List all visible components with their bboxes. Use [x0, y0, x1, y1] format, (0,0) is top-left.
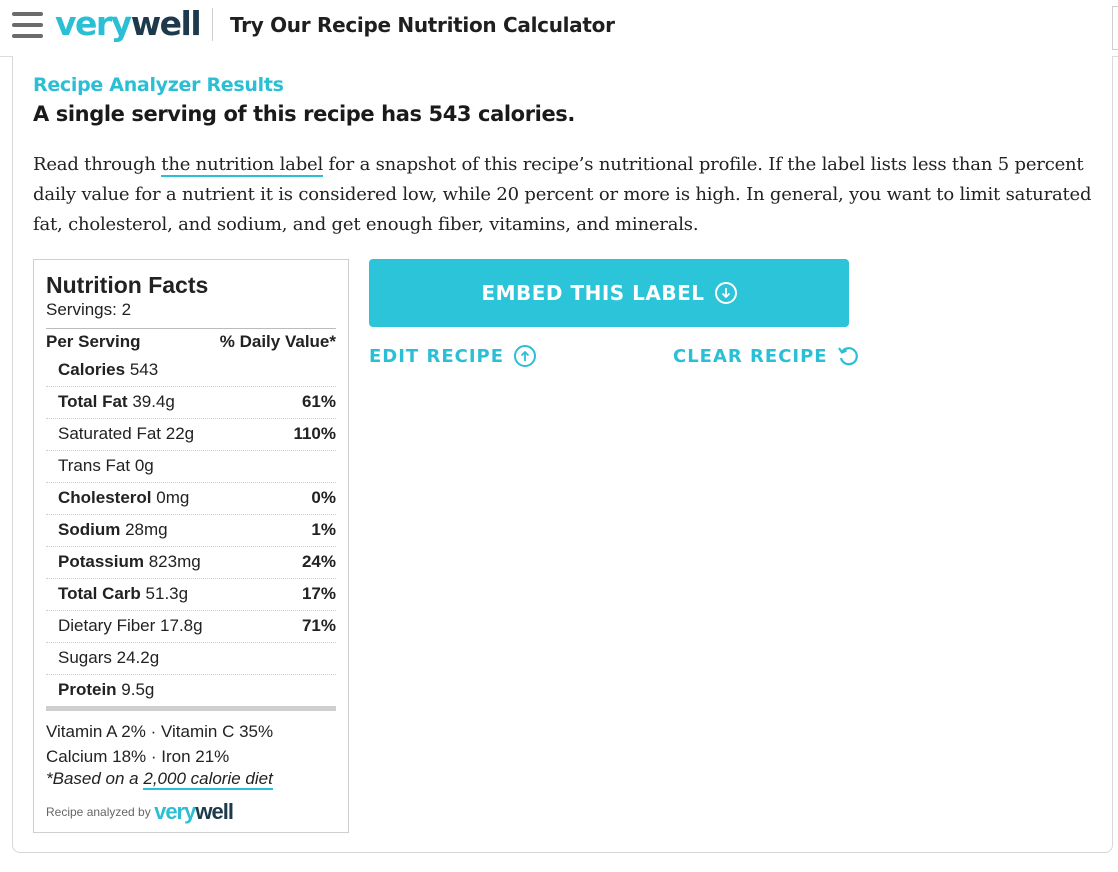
calorie-diet-link[interactable]: 2,000 calorie diet	[143, 769, 273, 790]
daily-value-footnote: *Based on a 2,000 calorie diet	[46, 769, 273, 790]
nutrition-rows: Calories 543 Total Fat 39.4g 61% Saturat…	[46, 355, 336, 706]
nutrient-row-total-fat: Total Fat 39.4g 61%	[46, 387, 336, 419]
clear-recipe-button[interactable]: CLEAR RECIPE	[673, 344, 860, 368]
results-heading: Recipe Analyzer Results	[33, 74, 284, 96]
nutrition-divider	[46, 706, 336, 711]
nutrition-header-row: Per Serving % Daily Value*	[46, 328, 336, 354]
edit-recipe-button[interactable]: EDIT RECIPE	[369, 344, 537, 368]
nutrition-facts-label: Nutrition Facts Servings: 2 Per Serving …	[33, 259, 349, 833]
vitamins-minerals: Vitamin A 2% · Vitamin C 35% Calcium 18%…	[46, 722, 274, 766]
nutrient-row-potassium: Potassium 823mg 24%	[46, 547, 336, 579]
site-logo[interactable]: verywell	[55, 2, 202, 46]
analyzed-by: Recipe analyzed by verywell	[46, 799, 234, 824]
page-title: Try Our Recipe Nutrition Calculator	[230, 13, 615, 37]
daily-value-label: % Daily Value*	[219, 332, 336, 351]
nutrient-row-total-carb: Total Carb 51.3g 17%	[46, 579, 336, 611]
nutrient-row-dietary-fiber: Dietary Fiber 17.8g 71%	[46, 611, 336, 643]
nutrient-row-sodium: Sodium 28mg 1%	[46, 515, 336, 547]
upload-arrow-icon	[514, 345, 537, 367]
servings: Servings: 2	[46, 300, 132, 319]
nutrient-row-sugars: Sugars 24.2g	[46, 643, 336, 675]
nutrient-row-calories: Calories 543	[46, 355, 336, 387]
nutrition-label-link[interactable]: the nutrition label	[161, 154, 323, 177]
embed-label-button[interactable]: EMBED THIS LABEL	[369, 259, 849, 327]
site-header: verywell Try Our Recipe Nutrition Calcul…	[0, 0, 1118, 57]
analyzed-by-logo: verywell	[154, 799, 234, 824]
results-calories-summary: A single serving of this recipe has 543 …	[33, 102, 575, 126]
header-right-edge	[1112, 6, 1118, 50]
refresh-icon	[837, 347, 858, 366]
menu-icon[interactable]	[12, 12, 43, 38]
nutrient-row-saturated-fat: Saturated Fat 22g 110%	[46, 419, 336, 451]
results-intro-paragraph: Read through the nutrition label for a s…	[33, 154, 1092, 235]
download-arrow-icon	[714, 282, 737, 304]
nutrition-facts-title: Nutrition Facts	[46, 272, 209, 298]
header-divider	[212, 8, 213, 41]
nutrient-row-cholesterol: Cholesterol 0mg 0%	[46, 483, 336, 515]
per-serving-label: Per Serving	[46, 332, 141, 351]
nutrient-row-protein: Protein 9.5g	[58, 680, 155, 699]
nutrient-row-trans-fat: Trans Fat 0g	[46, 451, 336, 483]
